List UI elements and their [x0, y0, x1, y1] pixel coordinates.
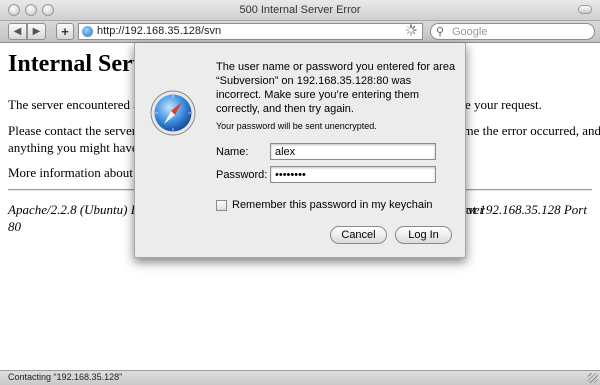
back-button[interactable]: ◀	[8, 23, 27, 40]
back-arrow-icon: ◀	[13, 26, 22, 37]
remember-password-label[interactable]: Remember this password in my keychain	[232, 199, 433, 211]
login-button[interactable]: Log In	[395, 226, 452, 244]
cancel-button[interactable]: Cancel	[330, 226, 387, 244]
search-placeholder: Google	[452, 26, 488, 38]
search-field[interactable]: ⚲ Google	[430, 23, 595, 40]
unencrypted-warning: Your password will be sent unencrypted.	[216, 121, 377, 131]
url-text: http://192.168.35.128/svn	[97, 25, 222, 37]
name-field[interactable]	[270, 143, 436, 160]
globe-icon	[82, 26, 93, 37]
plus-icon: +	[61, 24, 69, 39]
browser-toolbar: ◀ ▶ + http://192.168.35.128/svn ⚲ Google	[0, 21, 600, 43]
name-label: Name:	[216, 146, 249, 158]
title-bar: 500 Internal Server Error	[0, 0, 600, 21]
forward-button[interactable]: ▶	[27, 23, 46, 40]
remember-password-checkbox[interactable]	[216, 200, 227, 211]
add-bookmark-button[interactable]: +	[56, 23, 74, 40]
loading-spinner-icon[interactable]	[405, 24, 417, 36]
auth-message: The user name or password you entered fo…	[216, 61, 456, 115]
server-signature-port: 80	[8, 219, 21, 234]
address-bar[interactable]: http://192.168.35.128/svn	[78, 23, 423, 40]
password-label: Password:	[216, 169, 268, 181]
password-field[interactable]	[270, 166, 436, 183]
status-bar: Contacting “192.168.35.128”	[0, 370, 600, 385]
forward-arrow-icon: ▶	[32, 26, 41, 37]
resize-grip-icon[interactable]	[588, 373, 598, 383]
server-signature-host: at 192.168.35.128 Port	[466, 202, 587, 217]
auth-dialog: The user name or password you entered fo…	[134, 43, 466, 258]
status-text: Contacting “192.168.35.128”	[8, 372, 123, 382]
safari-compass-icon	[150, 90, 196, 136]
window-title: 500 Internal Server Error	[239, 4, 361, 16]
toolbar-toggle-button[interactable]	[578, 5, 592, 14]
search-icon: ⚲	[436, 26, 445, 38]
